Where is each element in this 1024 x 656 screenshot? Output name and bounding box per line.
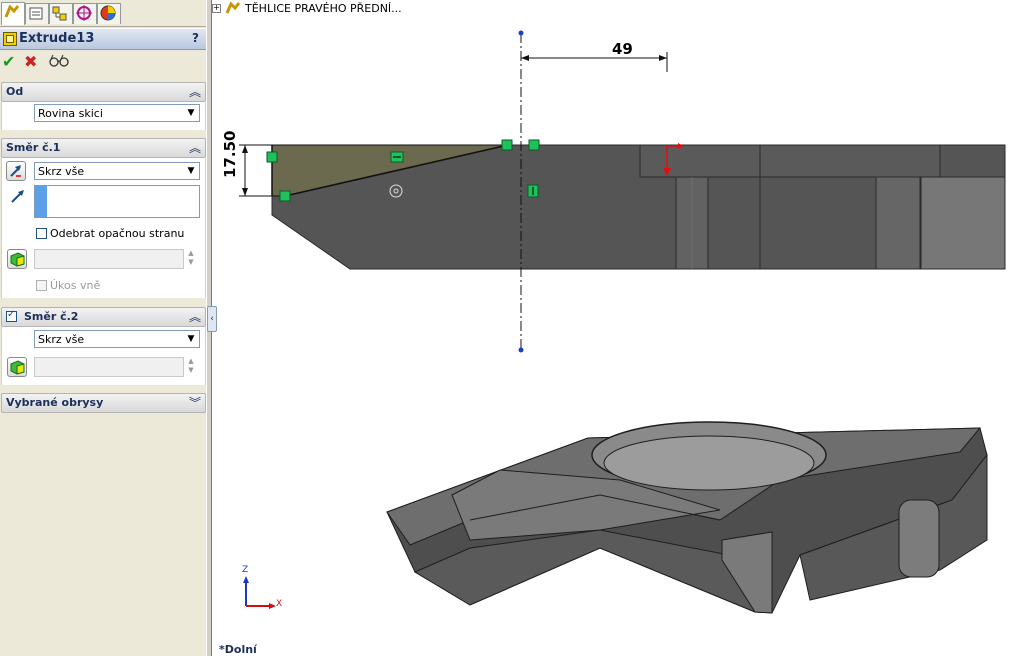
section-view (271, 144, 1006, 270)
selected-contours-group-title: Vybrané obrysy (6, 396, 104, 409)
draft-angle-spinner[interactable]: ▲ ▼ (186, 249, 196, 269)
chevron-down-icon[interactable]: ▼ (184, 332, 198, 346)
from-combo[interactable]: Rovina skici ▼ (34, 104, 200, 122)
coincident-relation-icon[interactable] (266, 151, 278, 163)
appearance-icon (100, 5, 116, 21)
direction1-end-condition-combo[interactable]: Skrz vše ▼ (34, 162, 200, 180)
centerline-endpoint[interactable] (518, 347, 524, 353)
coincident-relation-icon[interactable] (528, 139, 540, 151)
centerline-endpoint[interactable] (518, 30, 524, 36)
direction1-group-title: Směr č.1 (6, 141, 61, 154)
expand-icon[interactable]: ︾ (189, 394, 201, 411)
feature-manager-tab[interactable] (1, 2, 25, 25)
triad-x-arrow (269, 603, 276, 609)
from-group-title: Od (6, 85, 24, 98)
arrowhead (242, 145, 248, 153)
configuration-icon (52, 6, 67, 21)
part-boss-right (875, 176, 921, 270)
direction1-end-condition-value: Skrz vše (38, 165, 85, 178)
direction2-group-title: Směr č.2 (24, 310, 79, 323)
collapse-icon[interactable]: ︽ (189, 139, 201, 156)
direction-reference-list[interactable] (34, 185, 200, 218)
part-right-face (920, 176, 1006, 270)
tree-node-label[interactable]: TĚHLICE PRAVÉHO PŘEDNÍ... (245, 2, 402, 15)
cancel-button[interactable]: ✖ (24, 52, 37, 71)
part-top-step (639, 144, 941, 178)
help-button[interactable]: ? (192, 31, 199, 45)
from-group-body: Rovina skici ▼ (1, 102, 206, 130)
target-icon (76, 5, 92, 21)
draft-icon (10, 360, 25, 375)
direction2-group-header[interactable]: Směr č.2 ︽ (1, 307, 206, 327)
configuration-manager-tab[interactable] (49, 3, 73, 24)
coincident-relation-icon[interactable] (279, 190, 291, 202)
reverse-direction-button[interactable] (6, 161, 26, 181)
flip-side-label: Odebrat opačnou stranu (50, 227, 185, 240)
arrowhead (659, 55, 667, 61)
glasses-icon (49, 54, 69, 67)
selected-contours-group-header[interactable]: Vybrané obrysy ︾ (1, 393, 206, 413)
arrowhead (242, 188, 248, 196)
draft-angle-input[interactable] (34, 249, 184, 269)
triad-z-arrow (243, 576, 249, 583)
collapse-icon[interactable]: ︽ (189, 308, 201, 325)
property-manager-tab[interactable] (25, 3, 49, 24)
view-orientation-label: *Dolní (219, 643, 257, 656)
direction-vector-icon (11, 190, 24, 203)
part-icon (225, 1, 241, 14)
display-manager-tab[interactable] (97, 3, 121, 24)
triad-x-label: X (276, 599, 283, 609)
draft-icon (10, 252, 25, 267)
dimension-vertical-value[interactable]: 17.50 (221, 131, 239, 178)
dimension-horizontal[interactable] (521, 52, 668, 72)
part-3d-bore-inner (603, 435, 815, 491)
selection-highlight (35, 186, 47, 217)
arrowhead (521, 55, 529, 61)
draft-outward-label: Úkos vně (50, 279, 101, 292)
direction2-end-condition-value: Skrz vše (38, 333, 85, 346)
feature-tree-icon (4, 4, 20, 18)
direction2-group-body: Skrz vše ▼ ▲ ▼ (1, 327, 206, 385)
feature-title: Extrude13 (19, 31, 95, 46)
dimxpert-manager-tab[interactable] (73, 3, 97, 24)
direction2-draft-angle-spinner[interactable]: ▲ ▼ (186, 357, 196, 377)
collapse-icon[interactable]: ︽ (189, 83, 201, 100)
part-3d-view[interactable] (386, 421, 988, 614)
direction2-end-condition-combo[interactable]: Skrz vše ▼ (34, 330, 200, 348)
part-3d-boss (898, 499, 940, 578)
chevron-down-icon[interactable]: ▼ (184, 164, 198, 178)
chevron-down-icon[interactable]: ▼ (184, 106, 198, 120)
direction2-enable-checkbox[interactable] (6, 309, 17, 322)
flip-side-checkbox[interactable] (36, 228, 47, 239)
direction1-group-header[interactable]: Směr č.1 ︽ (1, 138, 206, 158)
reverse-direction-icon (10, 165, 21, 177)
extrude-icon (3, 32, 17, 46)
direction2-draft-angle-input[interactable] (34, 357, 184, 377)
dimension-horizontal-value[interactable]: 49 (612, 40, 633, 58)
graphics-viewport[interactable] (211, 0, 1024, 656)
draft-toggle-button[interactable] (7, 249, 27, 269)
direction2-draft-toggle-button[interactable] (7, 357, 27, 377)
coincident-relation-icon[interactable] (501, 139, 513, 151)
direction1-group-body: Skrz vše ▼ Odebrat opačnou stranu ▲ ▼ Úko… (1, 158, 206, 298)
feature-title-bar: Extrude13 ? (0, 28, 206, 50)
property-icon (29, 7, 43, 20)
from-combo-value: Rovina skici (38, 107, 103, 120)
detailed-preview-button[interactable] (49, 54, 69, 72)
draft-outward-checkbox[interactable] (36, 280, 47, 291)
manager-tab-bar (0, 0, 206, 27)
triad-z-label: Z (242, 565, 249, 575)
property-manager-panel: Extrude13 ? ✔ ✖ Od ︽ Rovina skici ▼ Směr… (0, 0, 207, 656)
view-triad[interactable] (243, 576, 276, 609)
ok-button[interactable]: ✔ (2, 52, 15, 71)
from-group-header[interactable]: Od ︽ (1, 82, 206, 102)
expand-icon[interactable]: + (212, 4, 221, 13)
